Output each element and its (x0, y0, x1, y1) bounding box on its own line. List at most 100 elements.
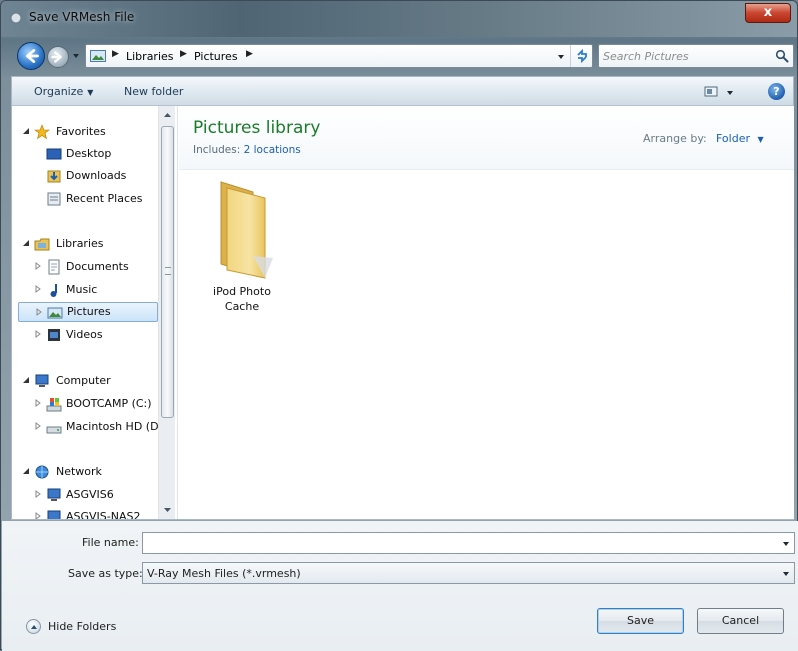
arrange-by-label: Arrange by: (643, 132, 707, 145)
save-dialog-window: Save VRMesh File x ▶ Libraries ▶ Picture… (0, 0, 798, 651)
pictures-icon (47, 307, 63, 319)
back-button[interactable] (17, 42, 45, 70)
forward-arrow-icon (51, 51, 62, 63)
library-includes: Includes: 2 locations (193, 144, 301, 156)
nav-item-pictures[interactable]: Pictures (18, 302, 158, 322)
collapsed-triangle-icon (35, 490, 41, 498)
nav-item-music[interactable]: Music (12, 280, 162, 300)
downloads-icon (47, 170, 61, 183)
nav-item-asgvis6[interactable]: ASGVIS6 (12, 485, 162, 505)
help-button[interactable]: ? (768, 83, 785, 100)
nav-item-label: BOOTCAMP (C:) (66, 397, 152, 410)
expanded-triangle-icon (23, 240, 29, 246)
browser-area: Favorites Desktop Downloads Recent Place… (11, 106, 794, 520)
content-pane: Pictures library Includes: 2 locations A… (179, 106, 794, 519)
documents-icon (48, 259, 60, 275)
nav-scrollbar[interactable] (158, 106, 175, 519)
recent-pages-chevron-down-icon[interactable] (71, 51, 81, 61)
expanded-triangle-icon (23, 128, 29, 134)
arrange-by-dropdown[interactable]: Folder ▼ (716, 132, 764, 145)
change-view-button[interactable] (704, 83, 738, 101)
nav-item-documents[interactable]: Documents (12, 257, 162, 277)
organize-label: Organize (34, 85, 84, 98)
refresh-icon (577, 49, 587, 63)
scroll-up-icon[interactable] (160, 107, 175, 123)
nav-item-bootcamp[interactable]: BOOTCAMP (C:) (12, 394, 162, 414)
breadcrumb-pictures[interactable]: Pictures (194, 50, 238, 63)
videos-icon (48, 329, 60, 341)
address-bar[interactable]: ▶ Libraries ▶ Pictures ▶ (85, 44, 593, 68)
nav-favorites[interactable]: Favorites (12, 122, 162, 142)
nav-item-desktop[interactable]: Desktop (12, 144, 162, 164)
breadcrumb-separator: ▶ (180, 49, 187, 59)
expanded-triangle-icon (23, 377, 29, 383)
breadcrumb-libraries[interactable]: Libraries (126, 50, 174, 63)
view-icon (704, 86, 718, 97)
command-toolbar: Organize ▼ New folder ? (11, 76, 794, 106)
expanded-triangle-icon (23, 468, 29, 474)
close-button[interactable]: x (745, 3, 791, 23)
save-type-chevron-down-icon (783, 572, 789, 576)
nav-item-label: Macintosh HD (D (66, 420, 159, 433)
folder-item[interactable]: iPod Photo Cache (197, 178, 287, 318)
address-chevron-down-icon[interactable] (556, 52, 566, 62)
arrange-by-value: Folder (716, 132, 750, 145)
folder-name: iPod Photo Cache (197, 284, 287, 314)
star-icon (34, 124, 50, 140)
search-box[interactable] (598, 44, 794, 68)
nav-item-asgvis-nas2[interactable]: ASGVIS-NAS2 (12, 507, 162, 519)
breadcrumb-separator: ▶ (112, 49, 119, 59)
pictures-library-icon (90, 50, 106, 62)
save-button[interactable]: Save (597, 608, 684, 634)
nav-network-label: Network (56, 465, 102, 478)
back-arrow-icon (25, 49, 39, 63)
forward-button[interactable] (47, 46, 69, 68)
nav-computer-label: Computer (56, 374, 111, 387)
hide-folders-label: Hide Folders (48, 620, 117, 633)
nav-item-label: Recent Places (66, 192, 143, 205)
nav-item-recent-places[interactable]: Recent Places (12, 189, 162, 209)
search-icon[interactable] (775, 49, 789, 63)
save-as-type-select[interactable]: V-Ray Mesh Files (*.vrmesh) (142, 562, 795, 584)
nav-libraries-label: Libraries (56, 237, 104, 250)
nav-item-label: Documents (66, 260, 129, 273)
network-computer-icon (47, 488, 61, 501)
scroll-down-icon[interactable] (160, 502, 175, 518)
organize-button[interactable]: Organize ▼ (34, 85, 93, 98)
cancel-button[interactable]: Cancel (697, 608, 784, 634)
chevron-down-icon: ▼ (87, 88, 94, 97)
nav-favorites-label: Favorites (56, 125, 106, 138)
view-chevron-down-icon (727, 91, 733, 95)
new-folder-button[interactable]: New folder (124, 85, 183, 98)
nav-item-label: Desktop (66, 147, 112, 160)
nav-libraries[interactable]: Libraries (12, 234, 162, 254)
network-computer-icon (47, 510, 61, 519)
locations-link[interactable]: 2 locations (244, 144, 301, 156)
file-name-chevron-down-icon[interactable] (782, 540, 790, 548)
nav-item-downloads[interactable]: Downloads (12, 166, 162, 186)
collapsed-triangle-icon (35, 262, 41, 270)
hard-drive-icon (46, 426, 62, 434)
refresh-button[interactable] (570, 45, 592, 67)
nav-network[interactable]: Network (12, 462, 162, 482)
nav-item-videos[interactable]: Videos (12, 325, 162, 345)
chevron-down-icon: ▼ (757, 135, 764, 144)
file-name-field[interactable] (142, 532, 795, 554)
nav-item-macintosh-hd[interactable]: Macintosh HD (D (12, 417, 162, 437)
app-icon (10, 12, 22, 24)
save-as-type-value: V-Ray Mesh Files (*.vrmesh) (147, 567, 301, 580)
includes-label: Includes: (193, 144, 241, 156)
grip-icon (165, 267, 171, 275)
title-bar[interactable]: Save VRMesh File x (1, 1, 797, 37)
breadcrumb-separator: ▶ (246, 49, 253, 59)
music-note-icon (50, 284, 57, 297)
file-name-input[interactable] (146, 535, 766, 551)
desktop-icon (46, 148, 62, 160)
nav-item-label: Videos (66, 328, 103, 341)
search-input[interactable] (603, 48, 771, 64)
windows-drive-icon (46, 398, 62, 412)
scroll-thumb[interactable] (161, 126, 174, 418)
network-icon (35, 465, 49, 479)
nav-computer[interactable]: Computer (12, 371, 162, 391)
nav-item-label: ASGVIS-NAS2 (66, 510, 141, 519)
